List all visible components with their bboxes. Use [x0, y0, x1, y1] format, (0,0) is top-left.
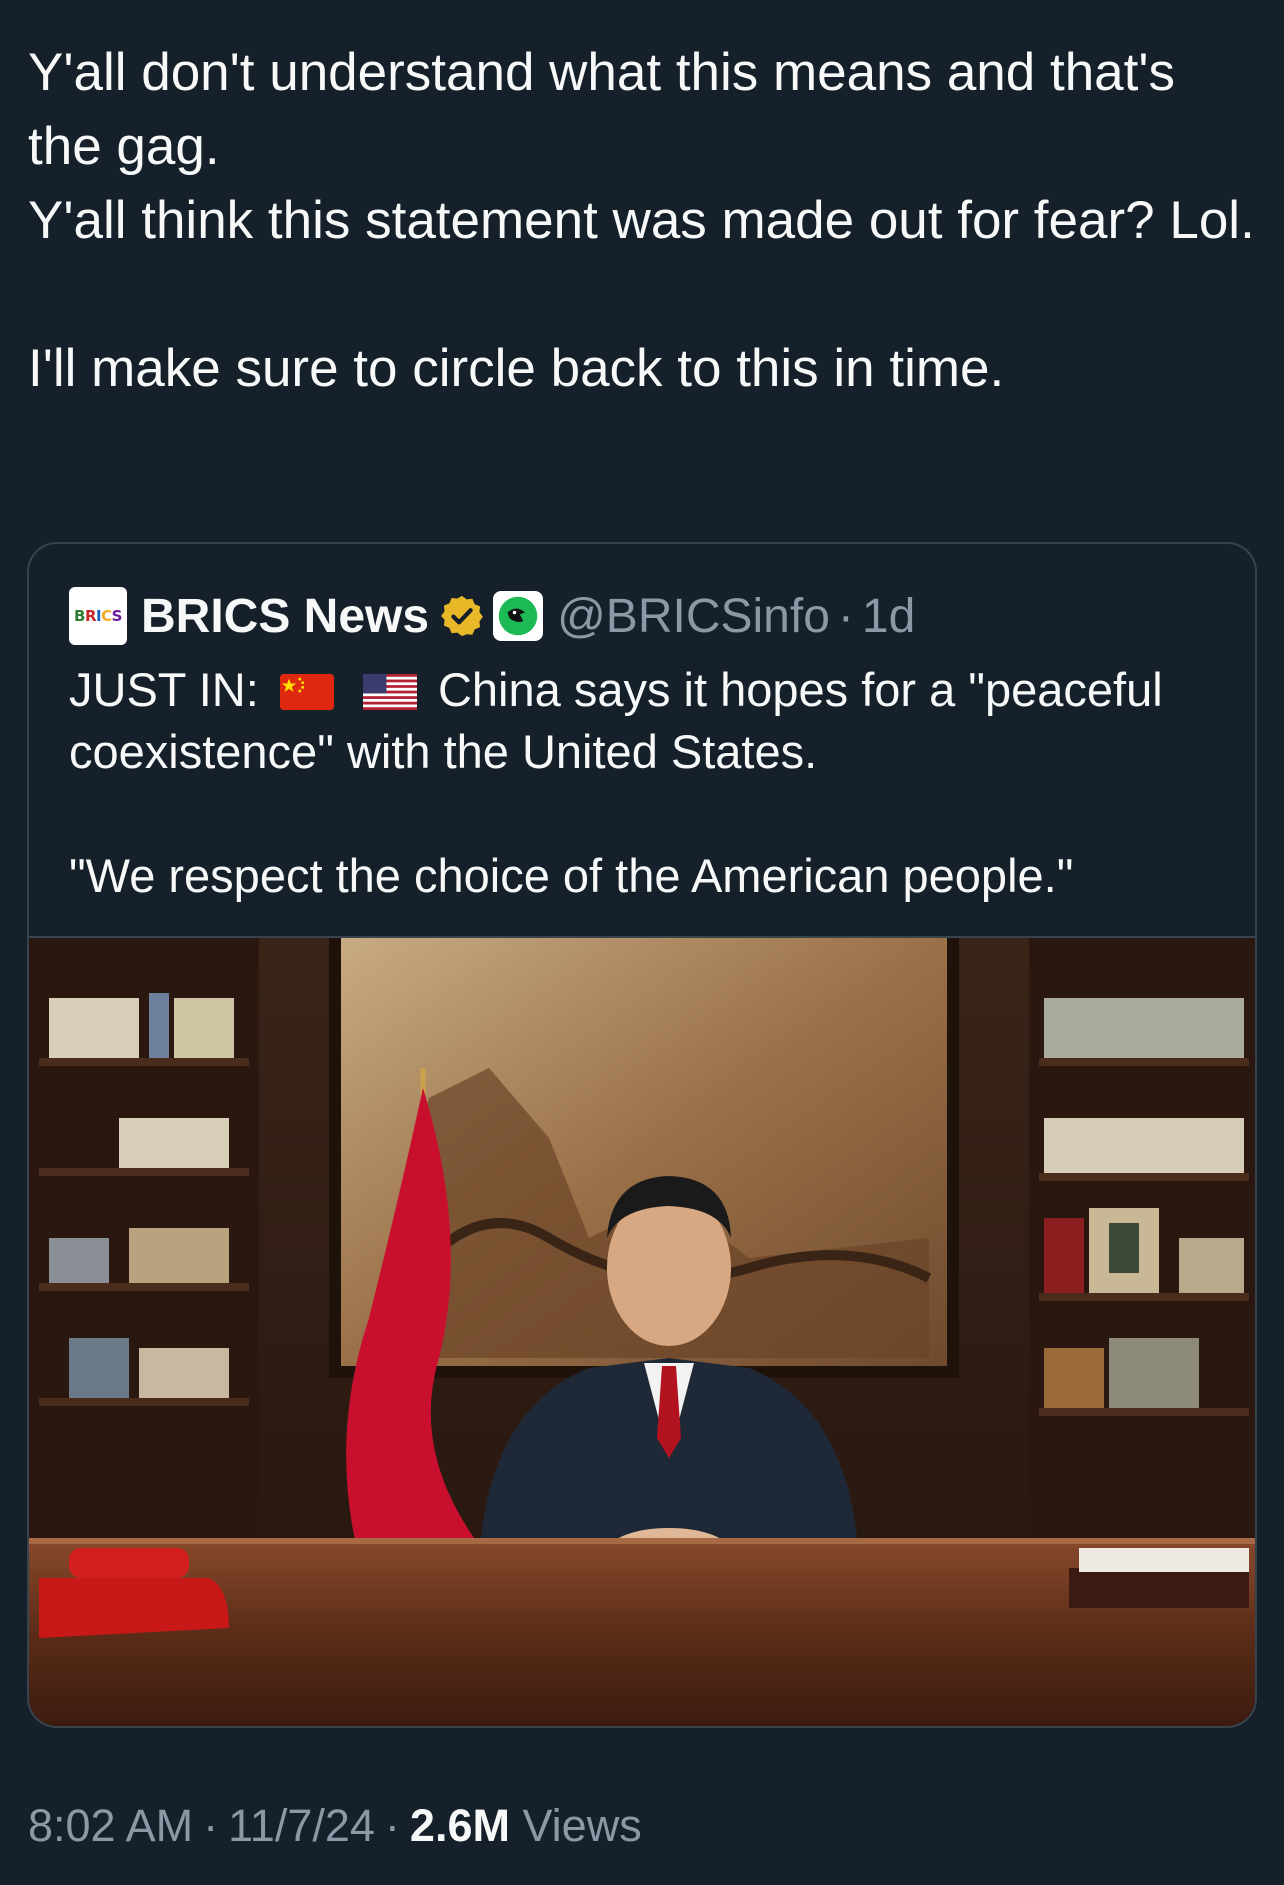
quoted-media-photo[interactable]	[29, 936, 1255, 1726]
tweet-time[interactable]: 8:02 AM	[28, 1800, 193, 1851]
views-label[interactable]: Views	[522, 1800, 641, 1851]
quoted-handle[interactable]: @BRICSinfo	[557, 589, 830, 644]
separator-dot: ·	[203, 1800, 219, 1851]
us-flag-icon	[362, 663, 417, 710]
quoted-tweet-card[interactable]: BRICS BRICS News @BRICSinfo · 1d JUST IN…	[27, 542, 1257, 1728]
tweet-line: Y'all think this statement was made out …	[28, 191, 1255, 250]
brics-avatar[interactable]: BRICS	[69, 587, 127, 645]
separator-dot: ·	[384, 1800, 400, 1851]
tweet-date[interactable]: 11/7/24	[228, 1800, 375, 1851]
affiliate-bird-icon[interactable]	[493, 591, 544, 641]
views-count[interactable]: 2.6M	[410, 1800, 510, 1851]
tweet-line: I'll make sure to circle back to this in…	[28, 339, 1005, 398]
quoted-author-name[interactable]: BRICS News	[141, 589, 429, 644]
tweet-meta: 8:02 AM · 11/7/24 · 2.6M Views	[28, 1800, 642, 1852]
quoted-age[interactable]: 1d	[862, 589, 915, 644]
quoted-tweet-text: JUST IN: China says it hopes for a "peac…	[69, 659, 1219, 907]
tweet-body: Y'all don't understand what this means a…	[28, 36, 1258, 406]
tweet-line: Y'all don't understand what this means a…	[28, 43, 1176, 176]
quote-quotation: "We respect the choice of the American p…	[69, 849, 1074, 902]
gold-verified-badge-icon[interactable]	[439, 593, 485, 639]
quote-prefix: JUST IN:	[69, 663, 259, 716]
separator-dot: ·	[837, 589, 854, 643]
china-flag-icon	[279, 663, 334, 710]
quoted-tweet-header: BRICS BRICS News @BRICSinfo · 1d	[69, 584, 915, 648]
